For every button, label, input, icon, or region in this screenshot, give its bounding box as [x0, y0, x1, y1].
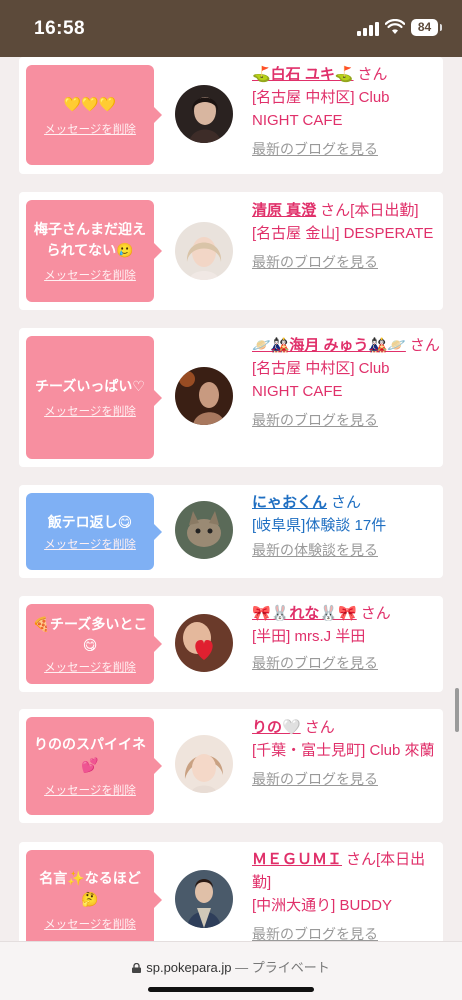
list-item: 梅子さんまだ迎えられてない🥲 メッセージを削除 清原 真澄 さん[本日出勤] [名…: [19, 192, 443, 310]
scrollbar-thumb[interactable]: [455, 688, 459, 732]
user-name-link[interactable]: 🪐🎎海月 みゅう🎎🪐: [252, 337, 406, 354]
delete-message-link[interactable]: メッセージを削除: [44, 403, 136, 419]
latest-blog-link[interactable]: 最新のブログを見る: [252, 768, 440, 791]
cellular-signal-icon: [357, 22, 379, 36]
latest-blog-link[interactable]: 最新のブログを見る: [252, 251, 440, 274]
delete-message-link[interactable]: メッセージを削除: [44, 267, 136, 283]
list-item: りののスパイイネ💕 メッセージを削除 りの🤍 さん [千葉・富士見町] Club …: [19, 709, 443, 823]
list-item: チーズいっぱい♡ メッセージを削除 🪐🎎海月 みゅう🎎🪐 さん [名古屋 中村区]…: [19, 328, 443, 467]
latest-blog-link[interactable]: 最新のブログを見る: [252, 409, 440, 432]
honorific: さん: [409, 337, 440, 354]
user-name-link[interactable]: 清原 真澄: [252, 202, 316, 219]
shop-info[interactable]: [半田] mrs.J 半田: [252, 628, 365, 645]
latest-blog-link[interactable]: 最新のブログを見る: [252, 652, 440, 675]
private-mode-label: プライベート: [251, 960, 330, 975]
message-bubble: 🍕チーズ多いとこ😋 メッセージを削除: [26, 604, 162, 684]
delete-message-link[interactable]: メッセージを削除: [44, 121, 136, 137]
avatar[interactable]: [175, 85, 233, 143]
list-item: 名言✨なるほど🤔 メッセージを削除 ＭＥＧＵＭＩ さん[本日出勤] [中洲大通り]…: [19, 842, 443, 941]
shop-info[interactable]: [名古屋 中村区] Club NIGHT CAFE: [252, 360, 390, 400]
message-feed[interactable]: 💛💛💛 メッセージを削除 ⛳白石 ユキ⛳ さん [名古屋 中村区] Club NI…: [0, 57, 462, 941]
battery-indicator: 84: [411, 19, 442, 36]
avatar[interactable]: [175, 222, 233, 280]
honorific: さん: [304, 719, 335, 736]
user-name-link[interactable]: にゃおくん: [252, 494, 327, 511]
avatar[interactable]: [175, 367, 233, 425]
delete-message-link[interactable]: メッセージを削除: [44, 782, 136, 798]
message-text: チーズいっぱい♡: [35, 378, 145, 394]
shop-info[interactable]: [中洲大通り] BUDDY: [252, 897, 392, 914]
honorific: さん: [331, 494, 362, 511]
shop-info[interactable]: [千葉・富士見町] Club 來蘭: [252, 742, 435, 759]
avatar[interactable]: [175, 501, 233, 559]
message-bubble: 飯テロ返し😋 メッセージを削除: [26, 493, 162, 570]
delete-message-link[interactable]: メッセージを削除: [44, 659, 136, 675]
status-time: 16:58: [34, 18, 86, 39]
url-domain: sp.pokepara.jp: [146, 960, 232, 975]
avatar[interactable]: [175, 614, 233, 672]
message-bubble: チーズいっぱい♡ メッセージを削除: [26, 336, 162, 459]
message-text: 💛💛💛: [63, 95, 117, 112]
user-name-link[interactable]: ⛳白石 ユキ⛳: [252, 66, 354, 83]
shop-info[interactable]: [名古屋 中村区] Club NIGHT CAFE: [252, 89, 390, 129]
message-text: りののスパイイネ💕: [34, 736, 146, 773]
latest-experience-link[interactable]: 最新の体験談を見る: [252, 539, 440, 562]
user-name-link[interactable]: 🎀🐰れな🐰🎀: [252, 605, 357, 622]
shop-info[interactable]: [岐阜県]体験談 17件: [252, 517, 386, 534]
list-item: 🍕チーズ多いとこ😋 メッセージを削除 🎀🐰れな🐰🎀 さん [半田] mrs.J 半…: [19, 596, 443, 692]
honorific: さん: [360, 605, 391, 622]
avatar[interactable]: [175, 735, 233, 793]
message-bubble: りののスパイイネ💕 メッセージを削除: [26, 717, 162, 815]
list-item: 💛💛💛 メッセージを削除 ⛳白石 ユキ⛳ さん [名古屋 中村区] Club NI…: [19, 57, 443, 174]
lock-icon: [132, 963, 142, 973]
avatar[interactable]: [175, 870, 233, 928]
message-text: 名言✨なるほど🤔: [39, 870, 141, 907]
latest-blog-link[interactable]: 最新のブログを見る: [252, 138, 440, 161]
latest-blog-link[interactable]: 最新のブログを見る: [252, 923, 440, 941]
url-display[interactable]: sp.pokepara.jp — プライベート: [0, 957, 462, 976]
message-bubble: 梅子さんまだ迎えられてない🥲 メッセージを削除: [26, 200, 162, 302]
message-text: 飯テロ返し😋: [47, 513, 133, 530]
delete-message-link[interactable]: メッセージを削除: [44, 916, 136, 932]
status-bar: 16:58 84: [0, 0, 462, 57]
list-item: 飯テロ返し😋 メッセージを削除 にゃおくん さん [岐阜県]体験談 17件 最新の…: [19, 485, 443, 578]
wifi-icon: [385, 19, 405, 34]
message-bubble: 💛💛💛 メッセージを削除: [26, 65, 162, 165]
delete-message-link[interactable]: メッセージを削除: [44, 536, 136, 552]
message-bubble: 名言✨なるほど🤔 メッセージを削除: [26, 850, 162, 941]
shop-info[interactable]: [名古屋 金山] DESPERATE: [252, 225, 433, 242]
user-name-link[interactable]: りの🤍: [252, 719, 301, 736]
honorific: さん: [357, 66, 388, 83]
user-name-link[interactable]: ＭＥＧＵＭＩ: [252, 851, 342, 868]
url-separator: —: [231, 960, 252, 975]
honorific: さん[本日出勤]: [320, 202, 419, 219]
home-indicator[interactable]: [148, 987, 314, 992]
message-text: 梅子さんまだ迎えられてない🥲: [34, 221, 146, 258]
message-text: 🍕チーズ多いとこ😋: [32, 615, 148, 653]
